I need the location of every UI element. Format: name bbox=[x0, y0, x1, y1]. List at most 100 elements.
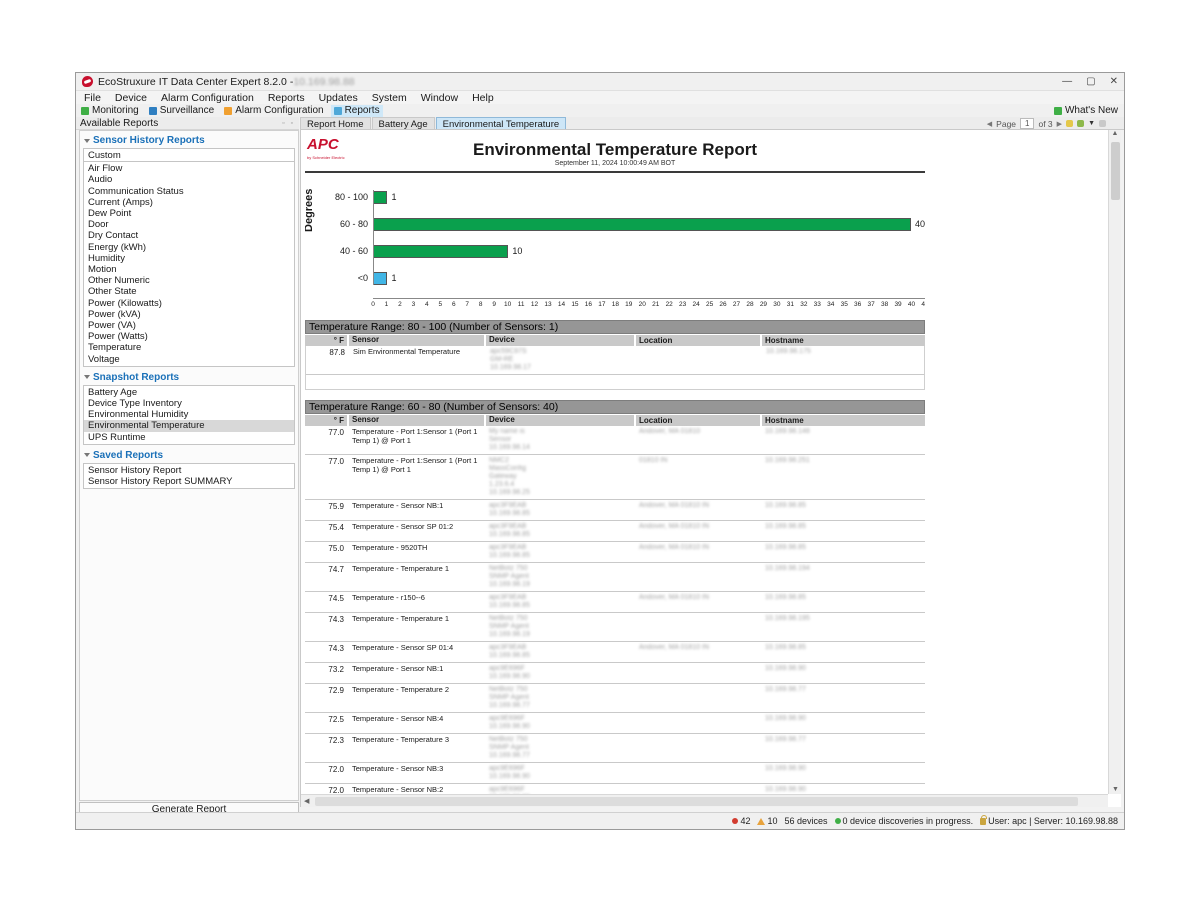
page-number-input[interactable]: 1 bbox=[1020, 118, 1034, 129]
sidebar-item-audio[interactable]: Audio bbox=[84, 174, 294, 185]
cell-device: apc9E696F10.169.98.90 bbox=[486, 784, 634, 794]
cell-temperature: 74.3 bbox=[305, 613, 347, 641]
tab-report-home[interactable]: Report Home bbox=[300, 117, 371, 129]
vertical-scrollbar[interactable]: ▲▼ bbox=[1108, 130, 1121, 794]
sidebar-item-power-va-[interactable]: Power (VA) bbox=[84, 320, 294, 331]
sidebar-item-dew-point[interactable]: Dew Point bbox=[84, 208, 294, 219]
sidebar-item-other-state[interactable]: Other State bbox=[84, 286, 294, 297]
toolbar-item-label: Reports bbox=[345, 105, 380, 116]
sidebar-item-sensor-history-report[interactable]: Sensor History Report bbox=[84, 465, 294, 476]
sidebar-item-battery-age[interactable]: Battery Age bbox=[84, 387, 294, 398]
menu-item-alarm-configuration[interactable]: Alarm Configuration bbox=[161, 92, 254, 104]
x-tick-label: 16 bbox=[585, 301, 592, 308]
cell-hostname: 10.169.98.77 bbox=[762, 734, 925, 762]
x-tick-label: 29 bbox=[760, 301, 767, 308]
device-line: NMC2 bbox=[489, 457, 631, 465]
device-line: apc59C97S bbox=[490, 348, 632, 356]
section-header-sensor-history-reports[interactable]: Sensor History Reports bbox=[83, 133, 295, 148]
maximize-button[interactable]: ▢ bbox=[1086, 76, 1095, 87]
sidebar-item-energy-kwh-[interactable]: Energy (kWh) bbox=[84, 242, 294, 253]
sidebar-item-custom[interactable]: Custom bbox=[84, 150, 294, 162]
sidebar-item-environmental-humidity[interactable]: Environmental Humidity bbox=[84, 409, 294, 420]
scroll-left-icon[interactable]: ◀ bbox=[301, 797, 309, 805]
device-line: apc9E696F bbox=[489, 715, 631, 723]
device-line: apc9E696F bbox=[489, 765, 631, 773]
toolbar-item-surveillance[interactable]: Surveillance bbox=[146, 105, 217, 117]
sidebar-item-current-amps-[interactable]: Current (Amps) bbox=[84, 197, 294, 208]
sidebar-item-door[interactable]: Door bbox=[84, 219, 294, 230]
report-tables: Temperature Range: 80 - 100 (Number of S… bbox=[305, 320, 925, 794]
menu-item-system[interactable]: System bbox=[372, 92, 407, 104]
sidebar-item-device-type-inventory[interactable]: Device Type Inventory bbox=[84, 398, 294, 409]
next-page-icon[interactable]: ▶ bbox=[1057, 120, 1062, 128]
menu-item-window[interactable]: Window bbox=[421, 92, 458, 104]
panel-minimize-icons[interactable]: ▫ ▫ bbox=[282, 120, 295, 127]
status-text: 56 devices bbox=[784, 816, 827, 826]
reports-icon bbox=[334, 107, 342, 115]
section-header-label: Saved Reports bbox=[93, 450, 163, 461]
device-line: 10.169.98.85 bbox=[489, 602, 631, 610]
menu-item-updates[interactable]: Updates bbox=[319, 92, 358, 104]
menu-item-device[interactable]: Device bbox=[115, 92, 147, 104]
sidebar-item-other-numeric[interactable]: Other Numeric bbox=[84, 275, 294, 286]
cell-temperature: 74.3 bbox=[305, 642, 347, 662]
prev-page-icon[interactable]: ◀ bbox=[987, 120, 992, 128]
report-options-dropdown-icon[interactable]: ▼ bbox=[1088, 120, 1095, 127]
sidebar-item-power-watts-[interactable]: Power (Watts) bbox=[84, 331, 294, 342]
toolbar-item-reports[interactable]: Reports bbox=[331, 105, 383, 117]
vertical-scrollbar-thumb[interactable] bbox=[1111, 142, 1120, 200]
table-row: 87.8Sim Environmental Temperatureapc59C9… bbox=[306, 346, 924, 375]
header-rule bbox=[305, 171, 925, 173]
cell-location bbox=[636, 684, 760, 712]
table-row: 77.0Temperature - Port 1:Sensor 1 (Port … bbox=[305, 426, 925, 455]
sidebar-item-motion[interactable]: Motion bbox=[84, 264, 294, 275]
x-tick-label: 11 bbox=[518, 301, 525, 308]
sidebar-item-communication-status[interactable]: Communication Status bbox=[84, 186, 294, 197]
sidebar-item-sensor-history-report-summary[interactable]: Sensor History Report SUMMARY bbox=[84, 476, 294, 487]
horizontal-scrollbar-thumb[interactable] bbox=[315, 797, 1078, 806]
sidebar-item-voltage[interactable]: Voltage bbox=[84, 354, 294, 365]
device-line: NetBotz 750 bbox=[489, 615, 631, 623]
save-report-icon[interactable] bbox=[1077, 120, 1084, 127]
horizontal-scrollbar[interactable]: ◀ bbox=[301, 794, 1108, 807]
x-tick-label: 21 bbox=[652, 301, 659, 308]
table-row: 75.0Temperature - 9520THapc3F9EAB10.169.… bbox=[305, 542, 925, 563]
chart-bar-value: 1 bbox=[391, 192, 396, 202]
print-icon[interactable] bbox=[1099, 120, 1106, 127]
device-line: 10.169.98.85 bbox=[489, 531, 631, 539]
device-line: apc3F9EAB bbox=[489, 544, 631, 552]
section-header-saved-reports[interactable]: Saved Reports bbox=[83, 448, 295, 463]
toolbar-item-monitoring[interactable]: Monitoring bbox=[78, 105, 142, 117]
chart-category-label: <0 bbox=[312, 273, 368, 283]
table-body: 77.0Temperature - Port 1:Sensor 1 (Port … bbox=[305, 426, 925, 794]
sidebar-item-power-kilowatts-[interactable]: Power (Kilowatts) bbox=[84, 298, 294, 309]
sidebar-item-power-kva-[interactable]: Power (kVA) bbox=[84, 309, 294, 320]
apc-logo: APCby Schneider Electric bbox=[307, 138, 345, 164]
export-icon[interactable] bbox=[1066, 120, 1073, 127]
section-header-snapshot-reports[interactable]: Snapshot Reports bbox=[83, 370, 295, 385]
menu-item-file[interactable]: File bbox=[84, 92, 101, 104]
sidebar-item-environmental-temperature[interactable]: Environmental Temperature bbox=[84, 420, 294, 431]
toolbar-item-alarm-configuration[interactable]: Alarm Configuration bbox=[221, 105, 326, 117]
device-line: 10.169.98.19 bbox=[489, 581, 631, 589]
sidebar-item-air-flow[interactable]: Air Flow bbox=[84, 163, 294, 174]
device-line: SNMP Agent bbox=[489, 623, 631, 631]
cell-temperature: 75.9 bbox=[305, 500, 347, 520]
sidebar-item-humidity[interactable]: Humidity bbox=[84, 253, 294, 264]
sidebar-item-ups-runtime[interactable]: UPS Runtime bbox=[84, 432, 294, 443]
device-line: 10.169.98.77 bbox=[489, 752, 631, 760]
menu-item-reports[interactable]: Reports bbox=[268, 92, 305, 104]
status-text: User: apc | Server: 10.169.98.88 bbox=[988, 816, 1118, 826]
cell-location bbox=[636, 763, 760, 783]
menu-item-help[interactable]: Help bbox=[472, 92, 494, 104]
tab-battery-age[interactable]: Battery Age bbox=[372, 117, 435, 129]
tab-environmental-temperature[interactable]: Environmental Temperature bbox=[436, 117, 567, 129]
sidebar-item-dry-contact[interactable]: Dry Contact bbox=[84, 230, 294, 241]
whats-new-link[interactable]: What's New bbox=[1054, 105, 1122, 116]
cell-device: apc9E696F10.169.98.90 bbox=[486, 713, 634, 733]
sidebar-item-temperature[interactable]: Temperature bbox=[84, 342, 294, 353]
scroll-down-icon[interactable]: ▼ bbox=[1112, 786, 1119, 793]
close-button[interactable]: ✕ bbox=[1110, 76, 1118, 87]
minimize-button[interactable]: — bbox=[1062, 76, 1072, 87]
x-tick-label: 20 bbox=[639, 301, 646, 308]
